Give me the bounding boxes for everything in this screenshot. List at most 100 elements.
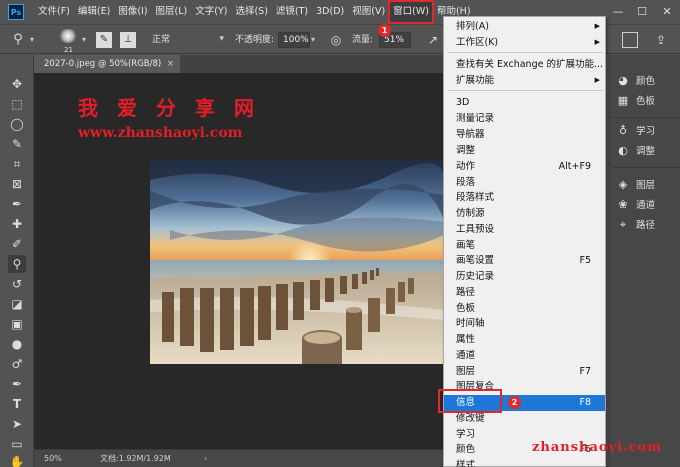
window-menu-item[interactable]: 历史记录 (444, 269, 605, 285)
crop-tool-icon[interactable]: ⌗ (8, 155, 26, 173)
document-image[interactable] (150, 160, 444, 364)
panel-paths[interactable]: ⌖ 路径 (616, 215, 678, 235)
window-menu-item[interactable]: 工具预设 (444, 222, 605, 238)
menu-item-label: 图层 (456, 366, 476, 377)
eraser-tool-icon[interactable]: ◪ (8, 295, 26, 313)
window-menu-item[interactable]: 段落样式 (444, 190, 605, 206)
window-menu-item[interactable]: 排列(A) ▶ (444, 19, 605, 35)
window-menu-item[interactable]: 修改键 (444, 411, 605, 427)
quick-select-tool-icon[interactable]: ✎ (8, 135, 26, 153)
window-menu-item[interactable]: 图层 F7 (444, 364, 605, 380)
lasso-tool-icon[interactable]: ◯ (8, 115, 26, 133)
menu-item-label: 通道 (456, 350, 476, 361)
path-select-tool-icon[interactable]: ➤ (8, 415, 26, 433)
menu-item[interactable]: 图像(I) (114, 1, 151, 23)
watermark-chinese: 我 爱 分 享 网 (78, 96, 260, 120)
panel-color[interactable]: ◕ 颜色 (616, 71, 678, 91)
window-menu-item[interactable]: 时间轴 (444, 316, 605, 332)
close-tab-icon[interactable]: × (167, 55, 174, 73)
window-menu-item[interactable]: 动作 Alt+F9 (444, 159, 605, 175)
photoshop-logo: Ps (8, 4, 24, 20)
panel-toggle-icon[interactable] (622, 32, 638, 48)
history-brush-tool-icon[interactable]: ↺ (8, 275, 26, 293)
menu-separator (448, 90, 603, 91)
document-info[interactable]: 文档:1.92M/1.92M (100, 450, 171, 467)
window-menu-item[interactable]: 段落 (444, 175, 605, 191)
channels-icon: ❀ (618, 198, 628, 211)
airbrush-icon[interactable]: ↗ (428, 32, 444, 48)
blur-tool-icon[interactable]: ● (8, 335, 26, 353)
window-menu-item[interactable]: 路径 (444, 285, 605, 301)
clone-stamp-tool-icon[interactable]: ⚲ (8, 255, 26, 273)
rectangle-tool-icon[interactable]: ▭ (8, 435, 26, 453)
panel-adjustments[interactable]: ◐ 调整 (616, 141, 678, 161)
clone-stamp-tool-icon[interactable]: ⚲ (10, 32, 26, 48)
menu-item[interactable]: 文字(Y) (191, 1, 231, 23)
healing-brush-tool-icon[interactable]: ✚ (8, 215, 26, 233)
paths-icon: ⌖ (619, 218, 627, 231)
tools-panel: ✥ ⬚ ◯ ✎ ⌗ ⊠ ✒ ✚ ✐ ⚲ ↺ ◪ ▣ ● ♂ ✒ T ➤ ▭ ✋ (0, 55, 34, 467)
hand-tool-icon[interactable]: ✋ (8, 453, 26, 467)
window-menu-item[interactable]: 测量记录 (444, 111, 605, 127)
brush-settings-icon[interactable]: ✎ (96, 32, 112, 48)
chevron-down-icon[interactable]: ▾ (30, 32, 46, 48)
window-menu-item[interactable]: 通道 (444, 348, 605, 364)
window-menu-item[interactable]: 查找有关 Exchange 的扩展功能... (444, 57, 605, 73)
maximize-icon[interactable]: ☐ (630, 0, 654, 24)
window-menu-item[interactable]: 3D (444, 95, 605, 111)
menu-item[interactable]: 滤镜(T) (272, 1, 312, 23)
status-arrow-icon[interactable]: › (204, 450, 207, 467)
panel-channels[interactable]: ❀ 通道 (616, 195, 678, 215)
frame-tool-icon[interactable]: ⊠ (8, 175, 26, 193)
clone-source-icon[interactable]: ⊥ (120, 32, 136, 48)
menu-item-shortcut: F8 (579, 397, 591, 408)
close-icon[interactable]: ✕ (655, 0, 679, 24)
window-menu-item[interactable]: 画笔设置 F5 (444, 253, 605, 269)
opacity-field[interactable]: 100% (278, 32, 310, 48)
menu-item-label: 段落样式 (456, 192, 495, 203)
mode-select[interactable]: ▾ (146, 32, 228, 48)
menu-item[interactable]: 窗口(W) (388, 0, 434, 24)
window-menu-item[interactable]: 色板 (444, 301, 605, 317)
pressure-opacity-icon[interactable]: ◎ (328, 32, 344, 48)
watermark-corner: zhanshaoyi.com (532, 440, 662, 455)
submenu-arrow-icon: ▶ (594, 38, 600, 46)
menu-item-shortcut: F5 (579, 255, 591, 266)
window-menu-item[interactable]: 调整 (444, 143, 605, 159)
menu-item[interactable]: 视图(V) (348, 1, 389, 23)
menu-item[interactable]: 选择(S) (231, 1, 271, 23)
menu-item[interactable]: 编辑(E) (74, 1, 114, 23)
move-tool-icon[interactable]: ✥ (8, 75, 26, 93)
menu-item[interactable]: 文件(F) (34, 1, 74, 23)
document-tab[interactable]: 2027-0.jpeg @ 50%(RGB/8) × (34, 55, 180, 73)
panel-layers[interactable]: ◈ 图层 (616, 175, 678, 195)
pen-tool-icon[interactable]: ✒ (8, 375, 26, 393)
window-menu-item[interactable]: 扩展功能 ▶ (444, 73, 605, 89)
brush-tool-icon[interactable]: ✐ (8, 235, 26, 253)
dodge-tool-icon[interactable]: ♂ (8, 355, 26, 373)
share-icon[interactable]: ⇪ (656, 32, 672, 48)
window-menu-item[interactable]: 画笔 (444, 238, 605, 254)
chevron-down-icon[interactable]: ▾ (311, 32, 327, 48)
minimize-icon[interactable]: — (606, 0, 630, 24)
gradient-tool-icon[interactable]: ▣ (8, 315, 26, 333)
window-menu-item[interactable]: 属性 (444, 332, 605, 348)
menu-item[interactable]: 3D(D) (312, 1, 348, 23)
menu-item-label: 历史记录 (456, 271, 495, 282)
window-menu-item[interactable]: 工作区(K) ▶ (444, 35, 605, 51)
panel-learn[interactable]: ♁ 学习 (616, 121, 678, 141)
window-menu-item[interactable]: 导航器 (444, 127, 605, 143)
menu-item[interactable]: 图层(L) (152, 1, 192, 23)
zoom-level[interactable]: 50% (44, 450, 62, 467)
type-tool-icon[interactable]: T (8, 395, 26, 413)
document-tab-bar: 2027-0.jpeg @ 50%(RGB/8) × (34, 55, 444, 73)
eyedropper-tool-icon[interactable]: ✒ (8, 195, 26, 213)
window-menu-item[interactable]: 样式 (444, 458, 605, 467)
window-menu-item[interactable]: 仿制源 (444, 206, 605, 222)
marquee-tool-icon[interactable]: ⬚ (8, 95, 26, 113)
opacity-label: 不透明度: (235, 35, 275, 45)
panel-swatches[interactable]: ▦ 色板 (616, 91, 678, 111)
menu-item-shortcut: F7 (579, 366, 591, 377)
menu-item-label: 动作 (456, 161, 476, 172)
menu-item-label: 画笔 (456, 240, 476, 251)
